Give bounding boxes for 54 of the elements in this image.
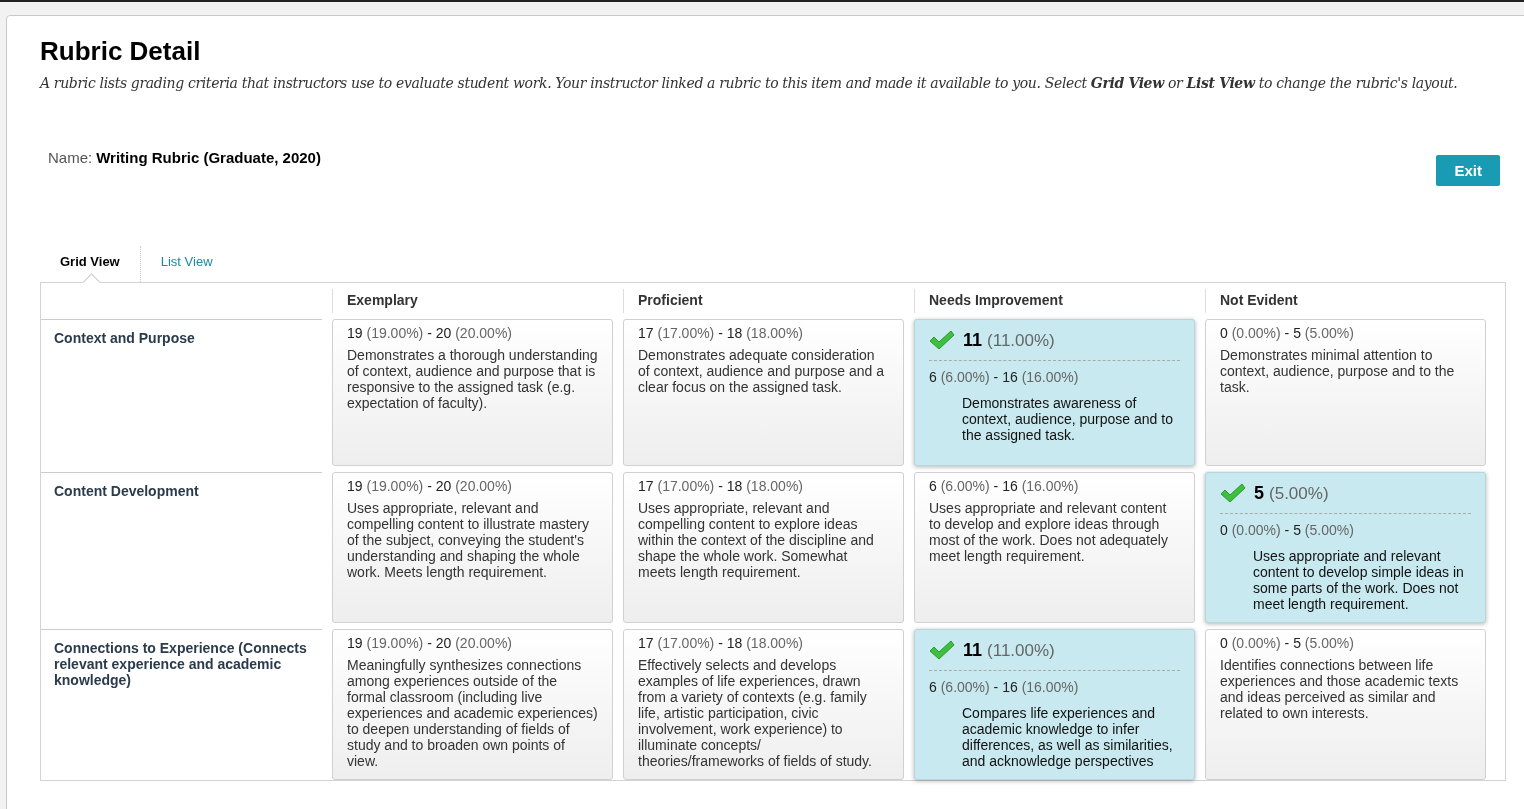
page-title: Rubric Detail	[40, 36, 202, 67]
criterion-description: Demonstrates awareness of context, audience, purpose and to the assigned task.	[961, 395, 1174, 443]
score-value: 11 (11.00%)	[963, 641, 1055, 659]
rubric-cell[interactable]	[332, 629, 613, 780]
point-range: 17 (17.00%) - 18 (18.00%)	[638, 478, 804, 494]
rubric-cell[interactable]: 17 (17.00%) - 18 (18.00%) Uses appropriate, relevant and compelling content to explore ideas within the context of the discipline and shape the whole work. Somewhat meets length requirement.	[623, 472, 904, 623]
check-icon	[929, 330, 955, 350]
column-header: Needs Improvement	[929, 292, 1063, 308]
rubric-cell[interactable]: 17 (17.00%) - 18 (18.00%) Demonstrates adequate consideration of context, audience and purpose and a clear focus on the assigned task.	[623, 319, 904, 466]
criterion-description: Compares life experiences and academic knowledge to infer differences, as well as similarities, and acknowledge perspectives	[961, 705, 1174, 769]
criterion-description: Uses appropriate, relevant and compelling content to explore ideas within the context of the discipline and shape the whole work. Somewhat meets length requirement.	[638, 500, 875, 580]
column-header: Not Evident	[1220, 292, 1298, 308]
criterion-description: Uses appropriate and relevant content to develop simple ideas in some parts of the work. Does not meet length requirement.	[1252, 548, 1465, 612]
rubric-cell[interactable]	[623, 629, 904, 780]
rubric-cell[interactable]: 11 (11.00%) 6 (6.00%) - 16 (16.00%) Demonstrates awareness of context, audience, purpose and to the assigned task.	[914, 319, 1195, 466]
rubric-cell[interactable]: 0 (0.00%) - 5 (5.00%) Identifies connections between life experiences and those academic texts and ideas perceived as similar and related to own interests.	[1205, 629, 1486, 780]
rubric-cell[interactable]: 0 (0.00%) - 5 (5.00%) Demonstrates minimal attention to context, audience, purpose and to the task.	[1205, 319, 1486, 466]
criterion-description: Uses appropriate and relevant content to develop and explore ideas through most of the work. Does not adequately meet length requirement.	[929, 500, 1169, 564]
name-label: Name:	[48, 149, 93, 166]
point-range: 19 (19.00%) - 20 (20.00%)	[347, 635, 513, 651]
point-range: 6 (6.00%) - 16 (16.00%)	[929, 679, 1080, 695]
column-header: Exemplary	[347, 292, 418, 308]
criterion-description: Demonstrates a thorough understanding of context, audience and purpose that is responsive to the assigned task (e.g. expectation of faculty).	[347, 347, 598, 411]
intro-text: A rubric lists grading criteria that instructors use to evaluate student work. Your instructor linked a rubric to this item and made it available to you. Select Grid View or List View to change the rubric's layout.	[40, 75, 1459, 91]
point-range: 6 (6.00%) - 16 (16.00%)	[929, 369, 1080, 385]
check-icon	[1220, 483, 1246, 503]
point-range: 17 (17.00%) - 18 (18.00%)	[638, 325, 804, 341]
criterion-description: Uses appropriate, relevant and compelling content to illustrate mastery of the subject, conveying the student's understanding and shaping the whole work. Meets length requirement.	[347, 500, 590, 580]
score-value: 11 (11.00%)	[963, 331, 1055, 349]
criterion-description: Demonstrates adequate consideration of context, audience and purpose and a clear focus on the assigned task.	[638, 347, 885, 395]
score-value: 5 (5.00%)	[1254, 484, 1329, 502]
criterion-description: Demonstrates minimal attention to context, audience, purpose and to the task.	[1220, 347, 1456, 395]
point-range: 0 (0.00%) - 5 (5.00%)	[1220, 522, 1355, 538]
criterion-description: Effectively selects and develops examples of life experiences, drawn from a variety of contexts (e.g. family life, artistic participation, civic involvement, work experience) to illuminate concepts/ theories/frameworks of fields of study.	[638, 657, 873, 769]
point-range: 0 (0.00%) - 5 (5.00%)	[1220, 635, 1355, 651]
column-header: Proficient	[638, 292, 703, 308]
point-range: 19 (19.00%) - 20 (20.00%)	[347, 478, 513, 494]
criterion-description: Identifies connections between life experiences and those academic texts and ideas perceived as similar and related to own interests.	[1220, 657, 1460, 721]
point-range: 6 (6.00%) - 16 (16.00%)	[929, 478, 1080, 494]
rubric-cell[interactable]: 19 (19.00%) - 20 (20.00%) Demonstrates a thorough understanding of context, audience and purpose that is responsive to the assigned task (e.g. expectation of faculty).	[332, 319, 613, 466]
rubric-cell[interactable]: 5 (5.00%) 0 (0.00%) - 5 (5.00%) Uses appropriate and relevant content to develop simple ideas in some parts of the work. Does not meet length requirement.	[1205, 472, 1486, 623]
criterion-label: Connections to Experience (Connects relevant experience and academic knowledge)	[54, 640, 307, 688]
check-icon	[929, 640, 955, 660]
view-tab[interactable]: List View	[140, 246, 233, 282]
criterion-label: Content Development	[54, 483, 199, 499]
point-range: 0 (0.00%) - 5 (5.00%)	[1220, 325, 1355, 341]
rubric-name: Writing Rubric (Graduate, 2020)	[96, 149, 321, 166]
rubric-cell[interactable]: 6 (6.00%) - 16 (16.00%) Uses appropriate and relevant content to develop and explore ideas through most of the work. Does not adequately meet length requirement.	[914, 472, 1195, 623]
rubric-cell[interactable]: 11 (11.00%) 6 (6.00%) - 16 (16.00%) Compares life experiences and academic knowledge to infer differences, as well as similarities, and acknowledge perspectives	[914, 629, 1195, 780]
point-range: 17 (17.00%) - 18 (18.00%)	[638, 635, 804, 651]
criterion-description: Meaningfully synthesizes connections among experiences outside of the formal classroom (including live experiences and academic experiences) to deepen understanding of fields of study and to broaden own points of view.	[347, 657, 598, 769]
criterion-label: Context and Purpose	[54, 330, 195, 346]
rubric-cell[interactable]	[332, 472, 613, 623]
point-range: 19 (19.00%) - 20 (20.00%)	[347, 325, 513, 341]
